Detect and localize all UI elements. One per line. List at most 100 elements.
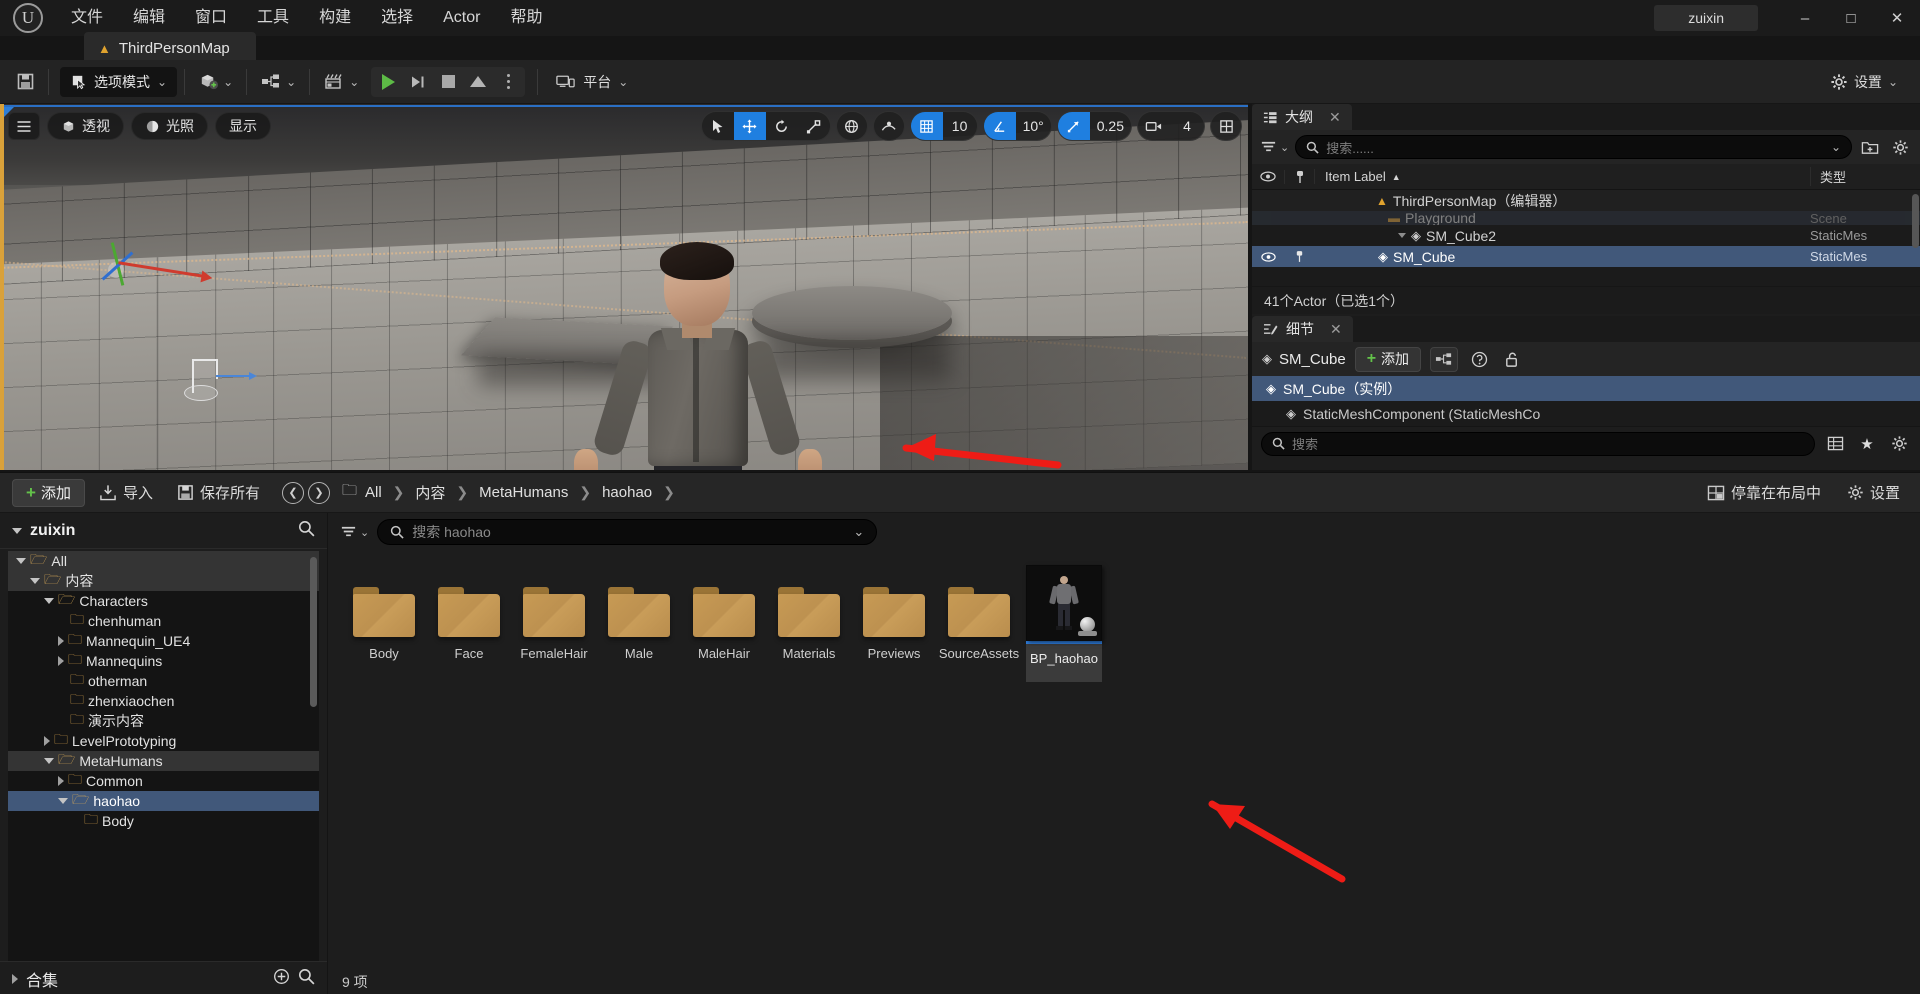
sources-tree-scrollbar[interactable] xyxy=(310,557,317,707)
outliner-scrollbar[interactable] xyxy=(1912,194,1919,248)
outliner-settings-button[interactable] xyxy=(1888,135,1912,159)
menu-select[interactable]: 选择 xyxy=(366,0,428,36)
chevron-right-icon[interactable] xyxy=(44,736,50,746)
content-dock-button[interactable]: 停靠在布局中 xyxy=(1697,479,1831,507)
outliner-filter-button[interactable]: ⌄ xyxy=(1260,140,1289,154)
viewport-menu-button[interactable] xyxy=(8,112,40,140)
tree-item-levelprototyping[interactable]: 🗀 LevelPrototyping xyxy=(8,731,319,751)
play-more-options-button[interactable] xyxy=(493,68,523,96)
asset-item-folder[interactable]: Previews xyxy=(852,565,936,682)
menu-help[interactable]: 帮助 xyxy=(495,0,557,36)
tree-item-body[interactable]: 🗀 Body xyxy=(8,811,319,831)
step-button[interactable] xyxy=(403,68,433,96)
toolbar-settings-button[interactable]: 设置 ⌄ xyxy=(1822,67,1906,97)
details-settings-button[interactable] xyxy=(1887,432,1911,456)
eye-icon[interactable] xyxy=(1252,252,1284,262)
minimize-button[interactable]: – xyxy=(1782,0,1828,36)
tree-item-content[interactable]: 🗁 内容 xyxy=(8,571,319,591)
menu-actor[interactable]: Actor xyxy=(428,0,495,36)
maximize-button[interactable]: □ xyxy=(1828,0,1874,36)
asset-filter-button[interactable]: ⌄ xyxy=(340,525,369,539)
details-search-input[interactable]: 搜索 xyxy=(1261,432,1815,456)
tree-item-characters[interactable]: 🗁 Characters xyxy=(8,591,319,611)
details-row-sm-cube-instance[interactable]: ◈ SM_Cube（实例） xyxy=(1252,376,1920,401)
outliner-column-item-label[interactable]: Item Label ▲ xyxy=(1314,169,1810,184)
pin-icon[interactable] xyxy=(1284,170,1314,184)
grid-snap-toggle[interactable] xyxy=(911,111,943,141)
asset-item-folder[interactable]: SourceAssets xyxy=(937,565,1021,682)
tree-item-mannequins[interactable]: 🗀 Mannequins xyxy=(8,651,319,671)
outliner-column-type[interactable]: 类型 xyxy=(1810,167,1920,186)
asset-search-input[interactable]: 搜索 haohao ⌄ xyxy=(377,519,877,545)
tab-details[interactable]: 细节 ✕ xyxy=(1252,316,1353,342)
details-favorites-button[interactable]: ★ xyxy=(1855,432,1879,456)
asset-grid[interactable]: Body Face FemaleHair Male xyxy=(328,551,1920,969)
content-back-button[interactable]: ❮ xyxy=(282,482,304,504)
angle-snap-toggle[interactable] xyxy=(984,111,1016,141)
scale-snap-toggle[interactable] xyxy=(1058,111,1090,141)
viewport-metahuman-character[interactable] xyxy=(560,244,840,470)
angle-snap-value[interactable]: 10° xyxy=(1016,111,1051,141)
close-button[interactable]: ✕ xyxy=(1874,0,1920,36)
breadcrumb-haohao[interactable]: haohao xyxy=(596,481,658,504)
scale-snap-value[interactable]: 0.25 xyxy=(1090,111,1131,141)
outliner-row-sm-cube[interactable]: ◈ SM_Cube StaticMes xyxy=(1252,246,1920,267)
scale-tool-button[interactable] xyxy=(798,111,830,141)
selection-mode-dropdown[interactable]: 选项模式 ⌄ xyxy=(60,67,177,97)
blueprint-button[interactable]: ⌄ xyxy=(254,67,302,97)
content-settings-button[interactable]: 设置 xyxy=(1837,479,1910,507)
viewport-perspective-button[interactable]: 透视 xyxy=(47,112,124,140)
close-icon[interactable]: ✕ xyxy=(1329,109,1341,126)
outliner-new-folder-button[interactable] xyxy=(1858,135,1882,159)
surface-snap-button[interactable] xyxy=(873,111,905,141)
outliner-search-input[interactable]: 搜索...... ⌄ xyxy=(1295,135,1852,159)
breadcrumb-all[interactable]: All xyxy=(359,481,388,504)
tree-item-metahumans[interactable]: 🗁 MetaHumans xyxy=(8,751,319,771)
eject-button[interactable] xyxy=(463,68,493,96)
chevron-right-icon[interactable] xyxy=(58,636,64,646)
camera-speed-icon-seg[interactable] xyxy=(1138,111,1170,141)
tree-item-all[interactable]: 🗁 All xyxy=(8,551,319,571)
content-add-button[interactable]: + 添加 xyxy=(12,479,85,507)
outliner-row-sm-cube2[interactable]: ◈ SM_Cube2 StaticMes xyxy=(1252,225,1920,246)
player-start-actor[interactable] xyxy=(188,359,244,405)
outliner-row-playground[interactable]: ▬ Playground Scene xyxy=(1252,211,1920,225)
tree-item-common[interactable]: 🗀 Common xyxy=(8,771,319,791)
viewport-show-button[interactable]: 显示 xyxy=(215,112,271,140)
pin-icon[interactable] xyxy=(1284,250,1314,263)
viewport-layout-button[interactable] xyxy=(1210,111,1242,141)
stop-button[interactable] xyxy=(433,68,463,96)
chevron-right-icon[interactable] xyxy=(58,656,64,666)
chevron-down-icon[interactable] xyxy=(16,558,26,564)
rotate-tool-button[interactable] xyxy=(766,111,798,141)
add-actor-button[interactable]: ⌄ xyxy=(192,67,239,97)
tree-item-demo-content[interactable]: 🗀 演示内容 xyxy=(8,711,319,731)
tab-outliner[interactable]: 大纲 ✕ xyxy=(1252,104,1352,130)
transform-gizmo[interactable] xyxy=(100,242,220,312)
tree-item-haohao[interactable]: 🗁 haohao xyxy=(8,791,319,811)
chevron-down-icon[interactable] xyxy=(30,578,40,584)
cinematics-button[interactable]: ⌄ xyxy=(317,67,365,97)
viewport-lit-button[interactable]: 光照 xyxy=(131,112,208,140)
chevron-right-icon[interactable] xyxy=(12,974,18,984)
tree-item-chenhuman[interactable]: 🗀 chenhuman xyxy=(8,611,319,631)
collections-search-button[interactable] xyxy=(298,968,315,990)
asset-item-folder[interactable]: Face xyxy=(427,565,511,682)
select-tool-button[interactable] xyxy=(702,111,734,141)
grid-snap-value[interactable]: 10 xyxy=(943,111,977,141)
details-lock-button[interactable] xyxy=(1500,347,1524,371)
unreal-logo[interactable]: U xyxy=(0,0,56,36)
content-import-button[interactable]: 导入 xyxy=(89,479,163,507)
save-button[interactable] xyxy=(10,67,41,97)
add-collection-button[interactable] xyxy=(273,968,290,990)
asset-item-folder[interactable]: Materials xyxy=(767,565,851,682)
menu-build[interactable]: 构建 xyxy=(304,0,366,36)
move-tool-button[interactable] xyxy=(734,111,766,141)
asset-item-folder[interactable]: MaleHair xyxy=(682,565,766,682)
sources-search-button[interactable] xyxy=(298,520,315,542)
chevron-down-icon[interactable] xyxy=(44,758,54,764)
content-save-all-button[interactable]: 保存所有 xyxy=(167,479,270,507)
tree-item-mannequin-ue4[interactable]: 🗀 Mannequin_UE4 xyxy=(8,631,319,651)
chevron-right-icon[interactable] xyxy=(58,776,64,786)
user-account-chip[interactable]: zuixin xyxy=(1654,5,1758,31)
